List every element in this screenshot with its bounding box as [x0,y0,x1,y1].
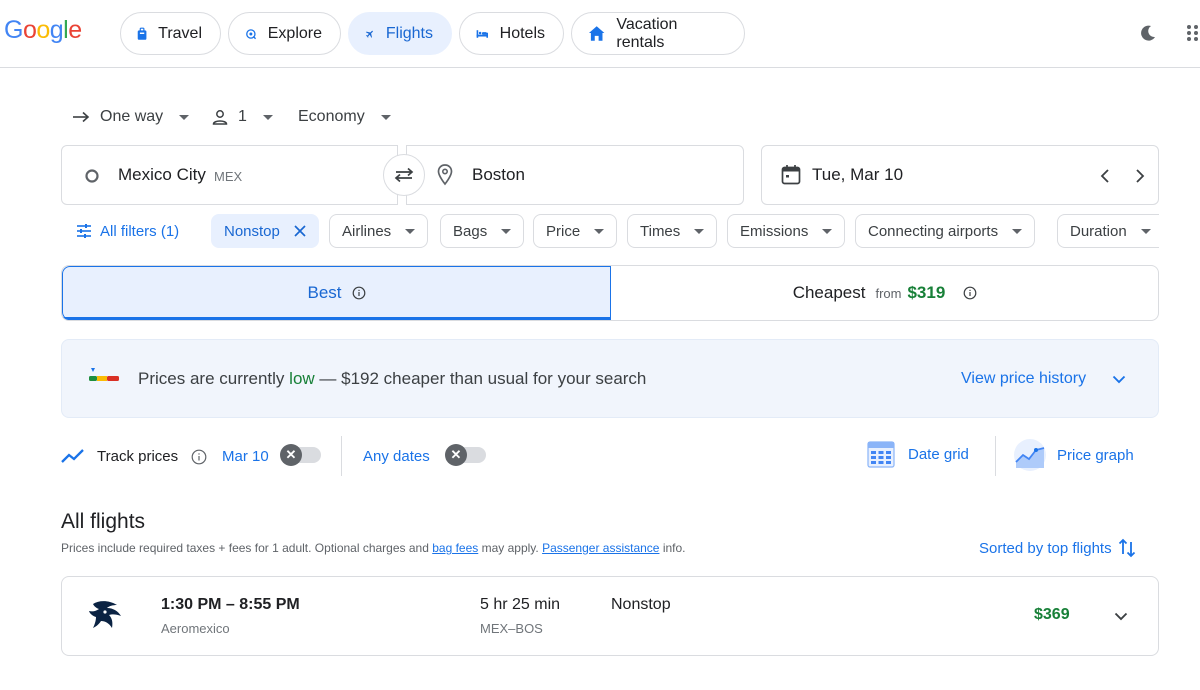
nav-hotels[interactable]: Hotels [459,12,564,55]
connecting-airports-filter[interactable]: Connecting airports [855,214,1036,248]
caret-down-icon [405,228,416,234]
bag-fees-link[interactable]: bag fees [432,541,478,555]
price-level-indicator-icon [89,368,119,381]
price-insight-text: Prices are currently low — $192 cheaper … [138,369,647,388]
track-date-toggle[interactable]: ✕ [280,444,321,466]
airline-name: Aeromexico [161,621,230,636]
divider [341,436,342,476]
flight-result-card[interactable]: 1:30 PM – 8:55 PM Aeromexico 5 hr 25 min… [61,576,1159,656]
origin-input[interactable]: Mexico City MEX [61,145,398,205]
flight-times: 1:30 PM – 8:55 PM [161,596,300,613]
departure-date-input[interactable]: Tue, Mar 10 [761,145,1159,205]
caret-down-icon [1140,228,1151,234]
close-icon: ✕ [280,444,302,466]
price-insight-banner: Prices are currently low — $192 cheaper … [61,339,1159,418]
caret-down-icon [380,114,391,120]
caret-down-icon [694,228,705,234]
emissions-filter[interactable]: Emissions [727,214,846,248]
passenger-select[interactable]: 1 [212,100,273,134]
info-icon[interactable] [191,449,207,465]
close-icon: ✕ [445,444,467,466]
trending-icon [61,449,84,463]
track-prices-label: Track prices [97,448,179,465]
info-icon[interactable] [352,286,366,300]
google-logo[interactable]: Google [4,16,82,45]
nav-travel[interactable]: Travel [120,12,221,55]
duration-filter[interactable]: Duration [1057,214,1159,248]
date-grid-icon [867,441,895,468]
luggage-icon [137,27,147,40]
passenger-assistance-link[interactable]: Passenger assistance [542,541,659,555]
results-disclaimer: Prices include required taxes + fees for… [61,541,686,555]
flight-duration: 5 hr 25 min [480,596,561,613]
divider [995,436,996,476]
nav-vacation-rentals[interactable]: Vacation rentals [571,12,745,55]
bed-icon [476,29,489,38]
view-price-history-link[interactable]: View price history [961,370,1086,388]
destination-input[interactable]: Boston [406,145,744,205]
nav-flights[interactable]: Flights [348,12,452,55]
any-dates-label: Any dates [363,448,430,465]
date-grid-button[interactable]: Date grid [866,439,969,469]
track-date-label: Mar 10 [222,448,269,465]
house-icon [588,26,605,41]
price-graph-button[interactable]: Price graph [1013,438,1134,472]
nav-explore[interactable]: Explore [228,12,341,55]
caret-down-icon [594,228,605,234]
price-filter[interactable]: Price [533,214,618,248]
sort-arrows-icon [1118,538,1135,558]
swap-button[interactable] [383,154,425,196]
swap-arrows-icon [394,167,414,183]
sort-tabs: Best Cheapest from $319 [61,265,1159,321]
flight-route: MEX–BOS [480,621,543,636]
tab-best[interactable]: Best [62,266,611,320]
tab-best-underline [62,317,611,320]
location-pin-icon [437,164,453,186]
close-icon[interactable] [294,225,306,237]
airlines-filter[interactable]: Airlines [329,214,429,248]
any-dates-toggle[interactable]: ✕ [445,444,486,466]
next-date-icon[interactable] [1135,168,1145,184]
calendar-icon [781,165,801,185]
nonstop-filter-chip[interactable]: Nonstop [211,214,319,248]
tune-icon [77,224,91,238]
tab-cheapest[interactable]: Cheapest from $319 [611,266,1158,320]
cabin-class-select[interactable]: Economy [298,100,391,134]
top-header: Google Travel Explore Flights Hotels Vac… [0,0,1200,68]
person-icon [212,110,228,125]
previous-date-icon[interactable] [1100,168,1110,184]
results-title: All flights [61,510,146,533]
expand-chevron-icon[interactable] [1114,612,1128,621]
apps-grid-icon[interactable] [1186,24,1200,42]
arrow-right-icon [73,111,90,123]
times-filter[interactable]: Times [627,214,718,248]
caret-down-icon [822,228,833,234]
sort-button[interactable]: Sorted by top flights [979,538,1136,558]
airplane-icon [365,30,373,38]
caret-down-icon [262,114,273,120]
trip-type-select[interactable]: One way [72,100,190,134]
all-filters-button[interactable]: All filters (1) [61,214,192,248]
origin-circle-icon [85,169,99,183]
caret-down-icon [501,228,512,234]
aeromexico-logo [89,601,121,628]
explore-icon [246,28,257,39]
dark-mode-icon[interactable] [1139,24,1157,42]
info-icon[interactable] [963,286,977,300]
bags-filter[interactable]: Bags [440,214,525,248]
chevron-down-icon[interactable] [1112,375,1126,384]
flight-stops: Nonstop [611,596,671,613]
caret-down-icon [179,114,190,120]
flight-price: $369 [1034,606,1070,623]
caret-down-icon [1012,228,1023,234]
price-graph-icon [1014,439,1046,471]
